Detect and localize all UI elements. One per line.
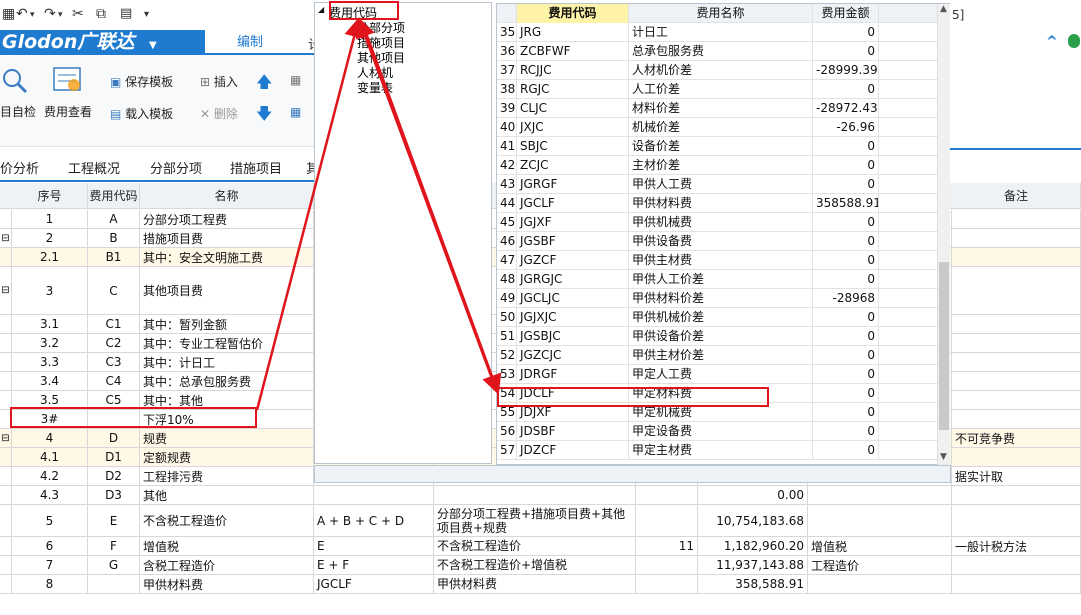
annotation-arrows <box>255 17 502 411</box>
